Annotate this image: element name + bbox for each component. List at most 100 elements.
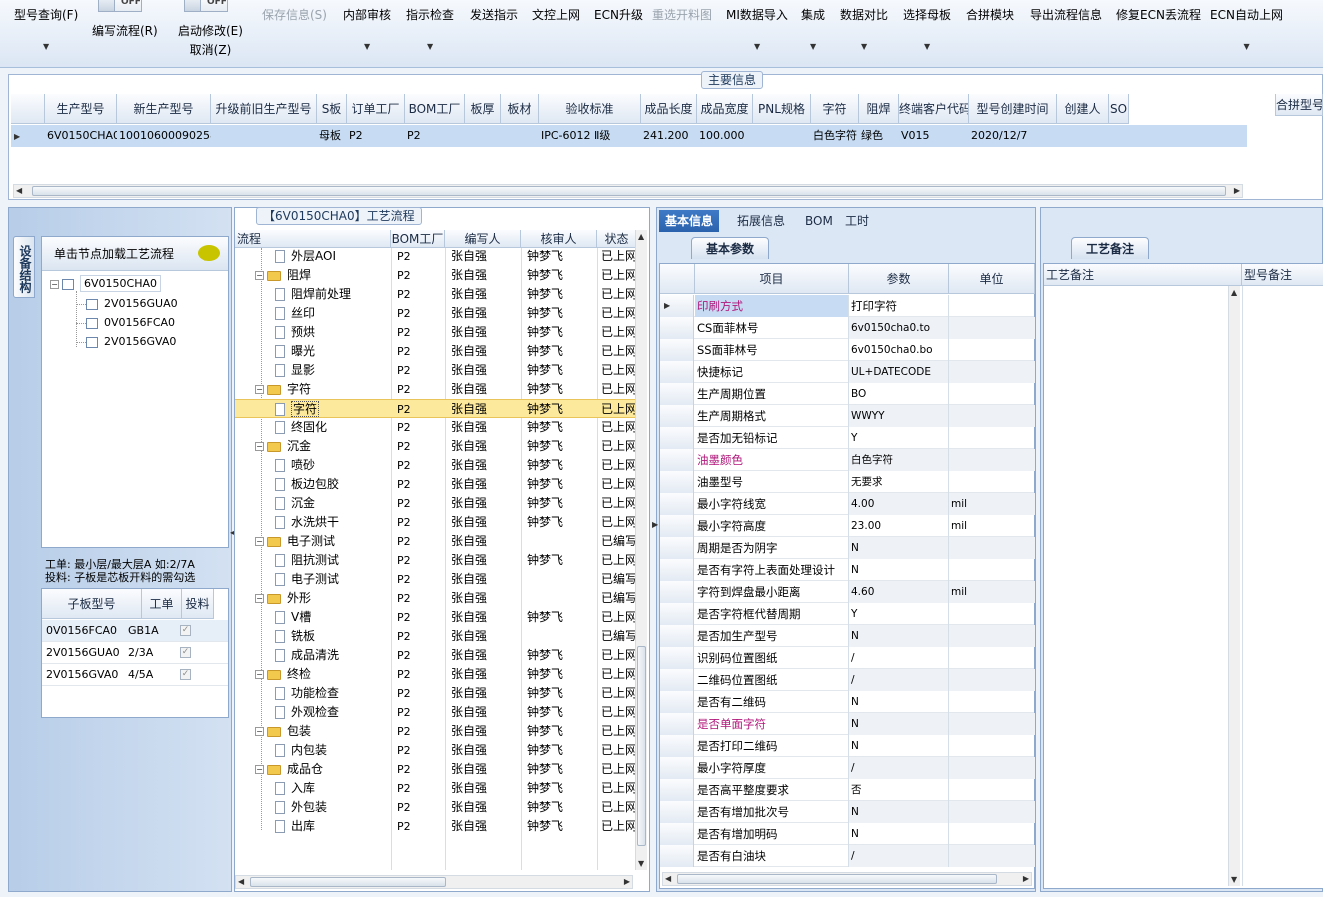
param-row[interactable]: 生产周期格式 WWYY: [660, 405, 1035, 427]
toolbar-button-12[interactable]: 数据对比: [840, 6, 888, 23]
param-value-cell[interactable]: BO: [849, 383, 949, 405]
process-row[interactable]: − 电子测试 P2 张自强 已编写: [235, 532, 635, 551]
sub-table-row[interactable]: 0V0156FCA0 GB1A ✓: [42, 620, 228, 642]
param-value-cell[interactable]: N: [849, 735, 949, 757]
param-value-cell[interactable]: /: [849, 757, 949, 779]
column-header[interactable]: PNL规格: [753, 94, 811, 124]
process-name-cell[interactable]: 外层AOI: [275, 247, 391, 266]
param-item-cell[interactable]: 最小字符厚度: [695, 757, 849, 779]
toolbar-button-10[interactable]: MI数据导入: [726, 6, 788, 23]
process-row[interactable]: 水洗烘干 P2 张自强 钟梦飞 已上网: [235, 513, 635, 532]
chevron-down-icon[interactable]: ▼: [861, 42, 867, 51]
param-row[interactable]: 识别码位置图纸 /: [660, 647, 1034, 669]
param-value-cell[interactable]: N: [849, 713, 949, 735]
tab-process-remarks[interactable]: 工艺备注: [1071, 237, 1150, 259]
param-value-cell[interactable]: N: [849, 559, 949, 581]
grid-cell[interactable]: P2: [347, 125, 405, 147]
param-row[interactable]: 是否有二维码 N: [660, 691, 1034, 713]
param-item-cell[interactable]: 是否有二维码: [695, 691, 849, 713]
process-row[interactable]: 功能检查 P2 张自强 钟梦飞 已上网: [235, 684, 635, 703]
toolbar-button-15[interactable]: 导出流程信息: [1030, 6, 1102, 23]
param-unit-cell[interactable]: [949, 757, 1035, 779]
toolbar-button-1[interactable]: 编写流程(R): [92, 22, 158, 39]
process-name-cell[interactable]: − 电子测试: [255, 532, 391, 551]
splitter-arrow-icon[interactable]: ▶: [652, 520, 658, 529]
process-row[interactable]: 入库 P2 张自强 钟梦飞 已上网: [235, 779, 635, 798]
param-unit-cell[interactable]: [949, 779, 1035, 801]
process-column-header[interactable]: 状态: [597, 230, 637, 248]
param-row[interactable]: 是否有增加批次号 N: [660, 801, 1035, 823]
process-row[interactable]: 曝光 P2 张自强 钟梦飞 已上网: [235, 342, 635, 361]
process-row[interactable]: 预烘 P2 张自强 钟梦飞 已上网: [235, 323, 635, 342]
process-row[interactable]: 外观检查 P2 张自强 钟梦飞 已上网: [235, 703, 635, 722]
param-row[interactable]: 最小字符高度 23.00 mil: [660, 515, 1034, 537]
param-row[interactable]: 是否加生产型号 N: [660, 625, 1035, 647]
process-name-cell[interactable]: 板边包胶: [275, 475, 391, 494]
param-unit-cell[interactable]: [949, 449, 1035, 471]
param-item-cell[interactable]: SS面菲林号: [695, 339, 849, 361]
param-row[interactable]: 是否有白油块 /: [660, 845, 1035, 867]
process-row[interactable]: V槽 P2 张自强 钟梦飞 已上网: [235, 608, 635, 627]
grid-cell[interactable]: [501, 125, 539, 147]
toggle-switch-2[interactable]: OFF: [184, 0, 228, 12]
process-row[interactable]: 字符 P2 张自强 钟梦飞 已上网: [235, 399, 635, 418]
param-value-cell[interactable]: Y: [849, 427, 949, 449]
column-header[interactable]: 生产型号: [45, 94, 117, 124]
param-item-cell[interactable]: 字符到焊盘最小距离: [695, 581, 849, 603]
process-row[interactable]: 丝印 P2 张自强 钟梦飞 已上网: [235, 304, 635, 323]
process-name-cell[interactable]: 预烘: [275, 323, 391, 342]
param-value-cell[interactable]: N: [849, 801, 949, 823]
process-name-cell[interactable]: − 字符: [255, 380, 391, 399]
param-value-cell[interactable]: 否: [849, 779, 949, 801]
toolbar-button-4[interactable]: 内部审核: [343, 6, 391, 23]
chevron-down-icon[interactable]: ▼: [364, 42, 370, 51]
param-item-cell[interactable]: 是否打印二维码: [695, 735, 849, 757]
horizontal-scrollbar[interactable]: ◀ ▶: [235, 875, 633, 889]
process-row[interactable]: − 包装 P2 张自强 钟梦飞 已上网: [235, 722, 635, 741]
collapse-icon[interactable]: −: [255, 385, 264, 394]
process-row[interactable]: 终固化 P2 张自强 钟梦飞 已上网: [235, 418, 635, 437]
param-item-cell[interactable]: 油墨颜色: [695, 449, 849, 471]
process-name-cell[interactable]: 出库: [275, 817, 391, 836]
process-row[interactable]: − 成品仓 P2 张自强 钟梦飞 已上网: [235, 760, 635, 779]
structure-vertical-tab[interactable]: 设备结构: [13, 236, 35, 298]
sub-table-row[interactable]: 2V0156GUA0 2/3A ✓: [42, 642, 228, 664]
process-name-cell[interactable]: 电子测试: [275, 570, 391, 589]
param-item-cell[interactable]: 印刷方式: [695, 295, 849, 317]
param-row[interactable]: 快捷标记 UL+DATECODE: [660, 361, 1035, 383]
param-item-cell[interactable]: 生产周期位置: [695, 383, 849, 405]
remarks-column-header[interactable]: 工艺备注: [1044, 264, 1242, 286]
param-value-cell[interactable]: 4.60: [849, 581, 949, 603]
process-name-cell[interactable]: V槽: [275, 608, 391, 627]
tree-root-node[interactable]: − 6V0150CHA0: [50, 275, 161, 292]
process-name-cell[interactable]: − 沉金: [255, 437, 391, 456]
param-value-cell[interactable]: 6v0150cha0.bo: [849, 339, 949, 361]
param-unit-cell[interactable]: [949, 713, 1035, 735]
tab-2[interactable]: BOM: [799, 210, 839, 232]
scroll-up-icon[interactable]: ▲: [1231, 288, 1237, 297]
process-row[interactable]: 显影 P2 张自强 钟梦飞 已上网: [235, 361, 635, 380]
tab-0[interactable]: 基本信息: [659, 210, 720, 232]
horizontal-scrollbar[interactable]: ◀ ▶: [13, 184, 1243, 198]
tree-child-node[interactable]: 2V0156GVA0: [86, 335, 176, 348]
scroll-left-icon[interactable]: ◀: [238, 877, 244, 886]
chevron-down-icon[interactable]: ▼: [924, 42, 930, 51]
param-unit-cell[interactable]: mil: [949, 515, 1035, 537]
param-row[interactable]: CS面菲林号 6v0150cha0.to: [660, 317, 1035, 339]
process-name-cell[interactable]: 外包装: [275, 798, 391, 817]
vertical-scrollbar[interactable]: ▲ ▼: [635, 230, 647, 870]
process-row[interactable]: 外层AOI P2 张自强 钟梦飞 已上网: [235, 247, 635, 266]
feed-checkbox[interactable]: ✓: [180, 647, 191, 658]
param-value-cell[interactable]: N: [849, 625, 949, 647]
grid-cell[interactable]: IPC-6012 Ⅱ级: [539, 125, 641, 147]
grid-cell[interactable]: P2: [405, 125, 465, 147]
vertical-scrollbar[interactable]: ▲ ▼: [1228, 286, 1240, 886]
param-value-cell[interactable]: /: [849, 669, 949, 691]
process-row[interactable]: 出库 P2 张自强 钟梦飞 已上网: [235, 817, 635, 836]
sub-order-cell[interactable]: 4/5A: [126, 664, 170, 686]
process-row[interactable]: 成品清洗 P2 张自强 钟梦飞 已上网: [235, 646, 635, 665]
column-header[interactable]: 成品长度: [641, 94, 697, 124]
param-item-cell[interactable]: 是否字符框代替周期: [695, 603, 849, 625]
param-item-cell[interactable]: 周期是否为阴字: [695, 537, 849, 559]
process-name-cell[interactable]: − 包装: [255, 722, 391, 741]
